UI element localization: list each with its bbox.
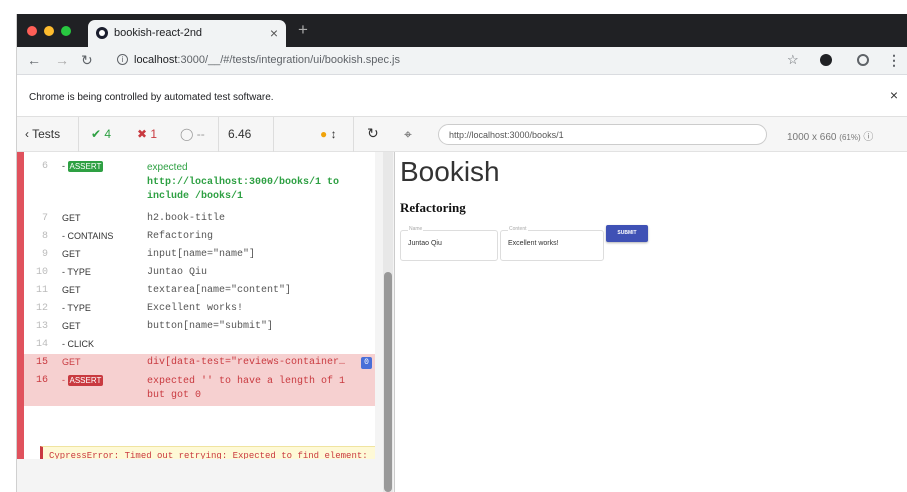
pending-count: ◯ -- (180, 127, 205, 141)
command-row[interactable]: 6 - ASSERT expected http://localhost:300… (24, 158, 375, 210)
command-row[interactable]: 9 GET input[name="name"] (24, 246, 375, 264)
minimize-window-button[interactable] (44, 26, 54, 36)
maximize-window-button[interactable] (61, 26, 71, 36)
app-under-test: ⌖ http://localhost:3000/books/1 1000 x 6… (395, 117, 907, 492)
command-row[interactable]: 7 GET h2.book-title (24, 210, 375, 228)
info-icon: ⓘ (863, 132, 874, 143)
close-window-button[interactable] (27, 26, 37, 36)
command-row[interactable]: 10- TYPE Juntao Qiu (24, 264, 375, 282)
tab-strip: bookish-react-2nd × + (17, 14, 907, 47)
cypress-extension-icon[interactable] (820, 54, 832, 66)
rerun-icon[interactable]: ↻ (367, 125, 379, 142)
command-log: 6 - ASSERT expected http://localhost:300… (17, 152, 375, 459)
duration: 6.46 (228, 127, 252, 141)
auto-scroll-toggle[interactable]: ● ↕ (320, 127, 337, 141)
back-icon[interactable]: ← (27, 52, 41, 68)
element-count-badge: 0 (361, 357, 372, 369)
account-icon[interactable] (857, 54, 869, 66)
passed-count: ✔ 4 (91, 127, 112, 141)
assert-badge: ASSERT (67, 161, 104, 172)
browser-window: bookish-react-2nd × + ← → ↻ i localhost:… (16, 14, 907, 492)
command-row[interactable]: 11 GET textarea[name="content"] (24, 282, 375, 300)
app-preview: Bookish Refactoring Name Juntao Qiu Cont… (395, 152, 907, 492)
tab-bookish[interactable]: bookish-react-2nd × (88, 20, 286, 47)
infobar-close-button[interactable]: × (890, 87, 898, 103)
command-row[interactable]: 13 GET button[name="submit"] (24, 318, 375, 336)
tab-title: bookish-react-2nd (114, 27, 203, 39)
viewport-size[interactable]: 1000 x 660 (61%) ⓘ (787, 128, 873, 143)
browser-toolbar: ← → ↻ i localhost:3000/__/#/tests/integr… (17, 47, 907, 75)
assert-badge: ASSERT (67, 375, 104, 386)
aut-url: http://localhost:3000/books/1 (438, 124, 767, 145)
content-textarea[interactable]: Content Excellent works! (500, 226, 604, 261)
command-row-failed[interactable]: 15 GET div[data-test="reviews-container… 0 (24, 354, 375, 372)
info-icon[interactable]: i (117, 54, 128, 65)
app-heading: Bookish (400, 156, 500, 187)
cypress-reporter: ‹ Tests ✔ 4 ✖ 1 ◯ -- 6.46 ● ↕ ↻ 6 - ASSE… (17, 117, 395, 492)
command-row[interactable]: 8- CONTAINS Refactoring (24, 228, 375, 246)
tab-close-button[interactable]: × (270, 25, 278, 41)
new-tab-button[interactable]: + (298, 20, 308, 40)
forward-icon[interactable]: → (55, 52, 69, 68)
command-row[interactable]: 14- CLICK (24, 336, 375, 354)
aut-header: ⌖ http://localhost:3000/books/1 1000 x 6… (395, 117, 907, 152)
command-row-failed[interactable]: 16 - ASSERT expected '' to have a length… (24, 372, 375, 406)
book-title: Refactoring (400, 200, 466, 215)
infobar-message: Chrome is being controlled by automated … (29, 92, 274, 103)
address-bar[interactable]: i localhost:3000/__/#/tests/integration/… (107, 51, 597, 71)
failed-count: ✖ 1 (137, 127, 158, 141)
submit-button[interactable]: SUBMIT (606, 225, 648, 242)
tests-button[interactable]: ‹ Tests (25, 127, 60, 141)
reload-icon[interactable]: ↻ (81, 52, 93, 69)
selector-playground-icon[interactable]: ⌖ (404, 126, 412, 143)
menu-icon[interactable]: ⋮ (887, 52, 901, 69)
name-input[interactable]: Name Juntao Qiu (400, 226, 498, 261)
address-url: localhost:3000/__/#/tests/integration/ui… (134, 54, 401, 66)
automation-infobar: Chrome is being controlled by automated … (17, 75, 907, 117)
star-icon[interactable]: ☆ (787, 52, 799, 68)
command-row[interactable]: 12- TYPE Excellent works! (24, 300, 375, 318)
reporter-scrollbar[interactable] (383, 152, 393, 492)
reporter-header: ‹ Tests ✔ 4 ✖ 1 ◯ -- 6.46 ● ↕ ↻ (17, 117, 395, 152)
cypress-favicon-icon (96, 27, 108, 39)
cypress-error-message: CypressError: Timed out retrying: Expect… (40, 446, 375, 459)
